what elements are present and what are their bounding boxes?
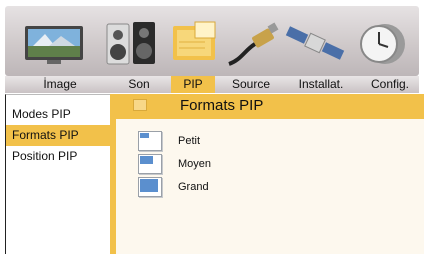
- satellite-icon[interactable]: [283, 20, 347, 66]
- speakers-icon[interactable]: [103, 20, 159, 66]
- clock-gear-icon[interactable]: [349, 20, 413, 66]
- submenu-item-modes-pip[interactable]: Modes PIP: [6, 104, 110, 125]
- menu-tabs: İmage Son PIP Source Installat. Config.: [5, 76, 419, 93]
- tab-pip[interactable]: PIP: [171, 76, 215, 93]
- option-label: Petit: [178, 135, 201, 147]
- submenu-item-position-pip[interactable]: Position PIP: [6, 146, 110, 167]
- pip-medium-icon: [138, 154, 162, 174]
- pip-icon[interactable]: [171, 20, 219, 66]
- submenu-list: Modes PIP Formats PIP Position PIP: [5, 94, 110, 254]
- tab-image[interactable]: İmage: [23, 76, 97, 93]
- tab-son[interactable]: Son: [117, 76, 161, 93]
- submenu-item-formats-pip[interactable]: Formats PIP: [6, 125, 110, 146]
- option-label: Grand: [178, 181, 209, 193]
- pip-small-icon: [138, 131, 162, 151]
- tab-installat[interactable]: Installat.: [287, 76, 355, 93]
- option-label: Moyen: [178, 158, 212, 170]
- panel-header: Formats PIP: [110, 94, 424, 119]
- page-title: Formats PIP: [180, 97, 264, 114]
- main-menu-bar: İmage Son PIP Source Installat. Config.: [0, 0, 424, 94]
- tab-config[interactable]: Config.: [361, 76, 419, 93]
- cable-plug-icon[interactable]: [227, 20, 283, 66]
- pip-window-icon: [133, 99, 147, 111]
- tab-source[interactable]: Source: [223, 76, 279, 93]
- menu-icon-strip: [5, 6, 419, 76]
- pip-large-icon: [138, 177, 162, 197]
- tv-image-icon[interactable]: [23, 20, 87, 66]
